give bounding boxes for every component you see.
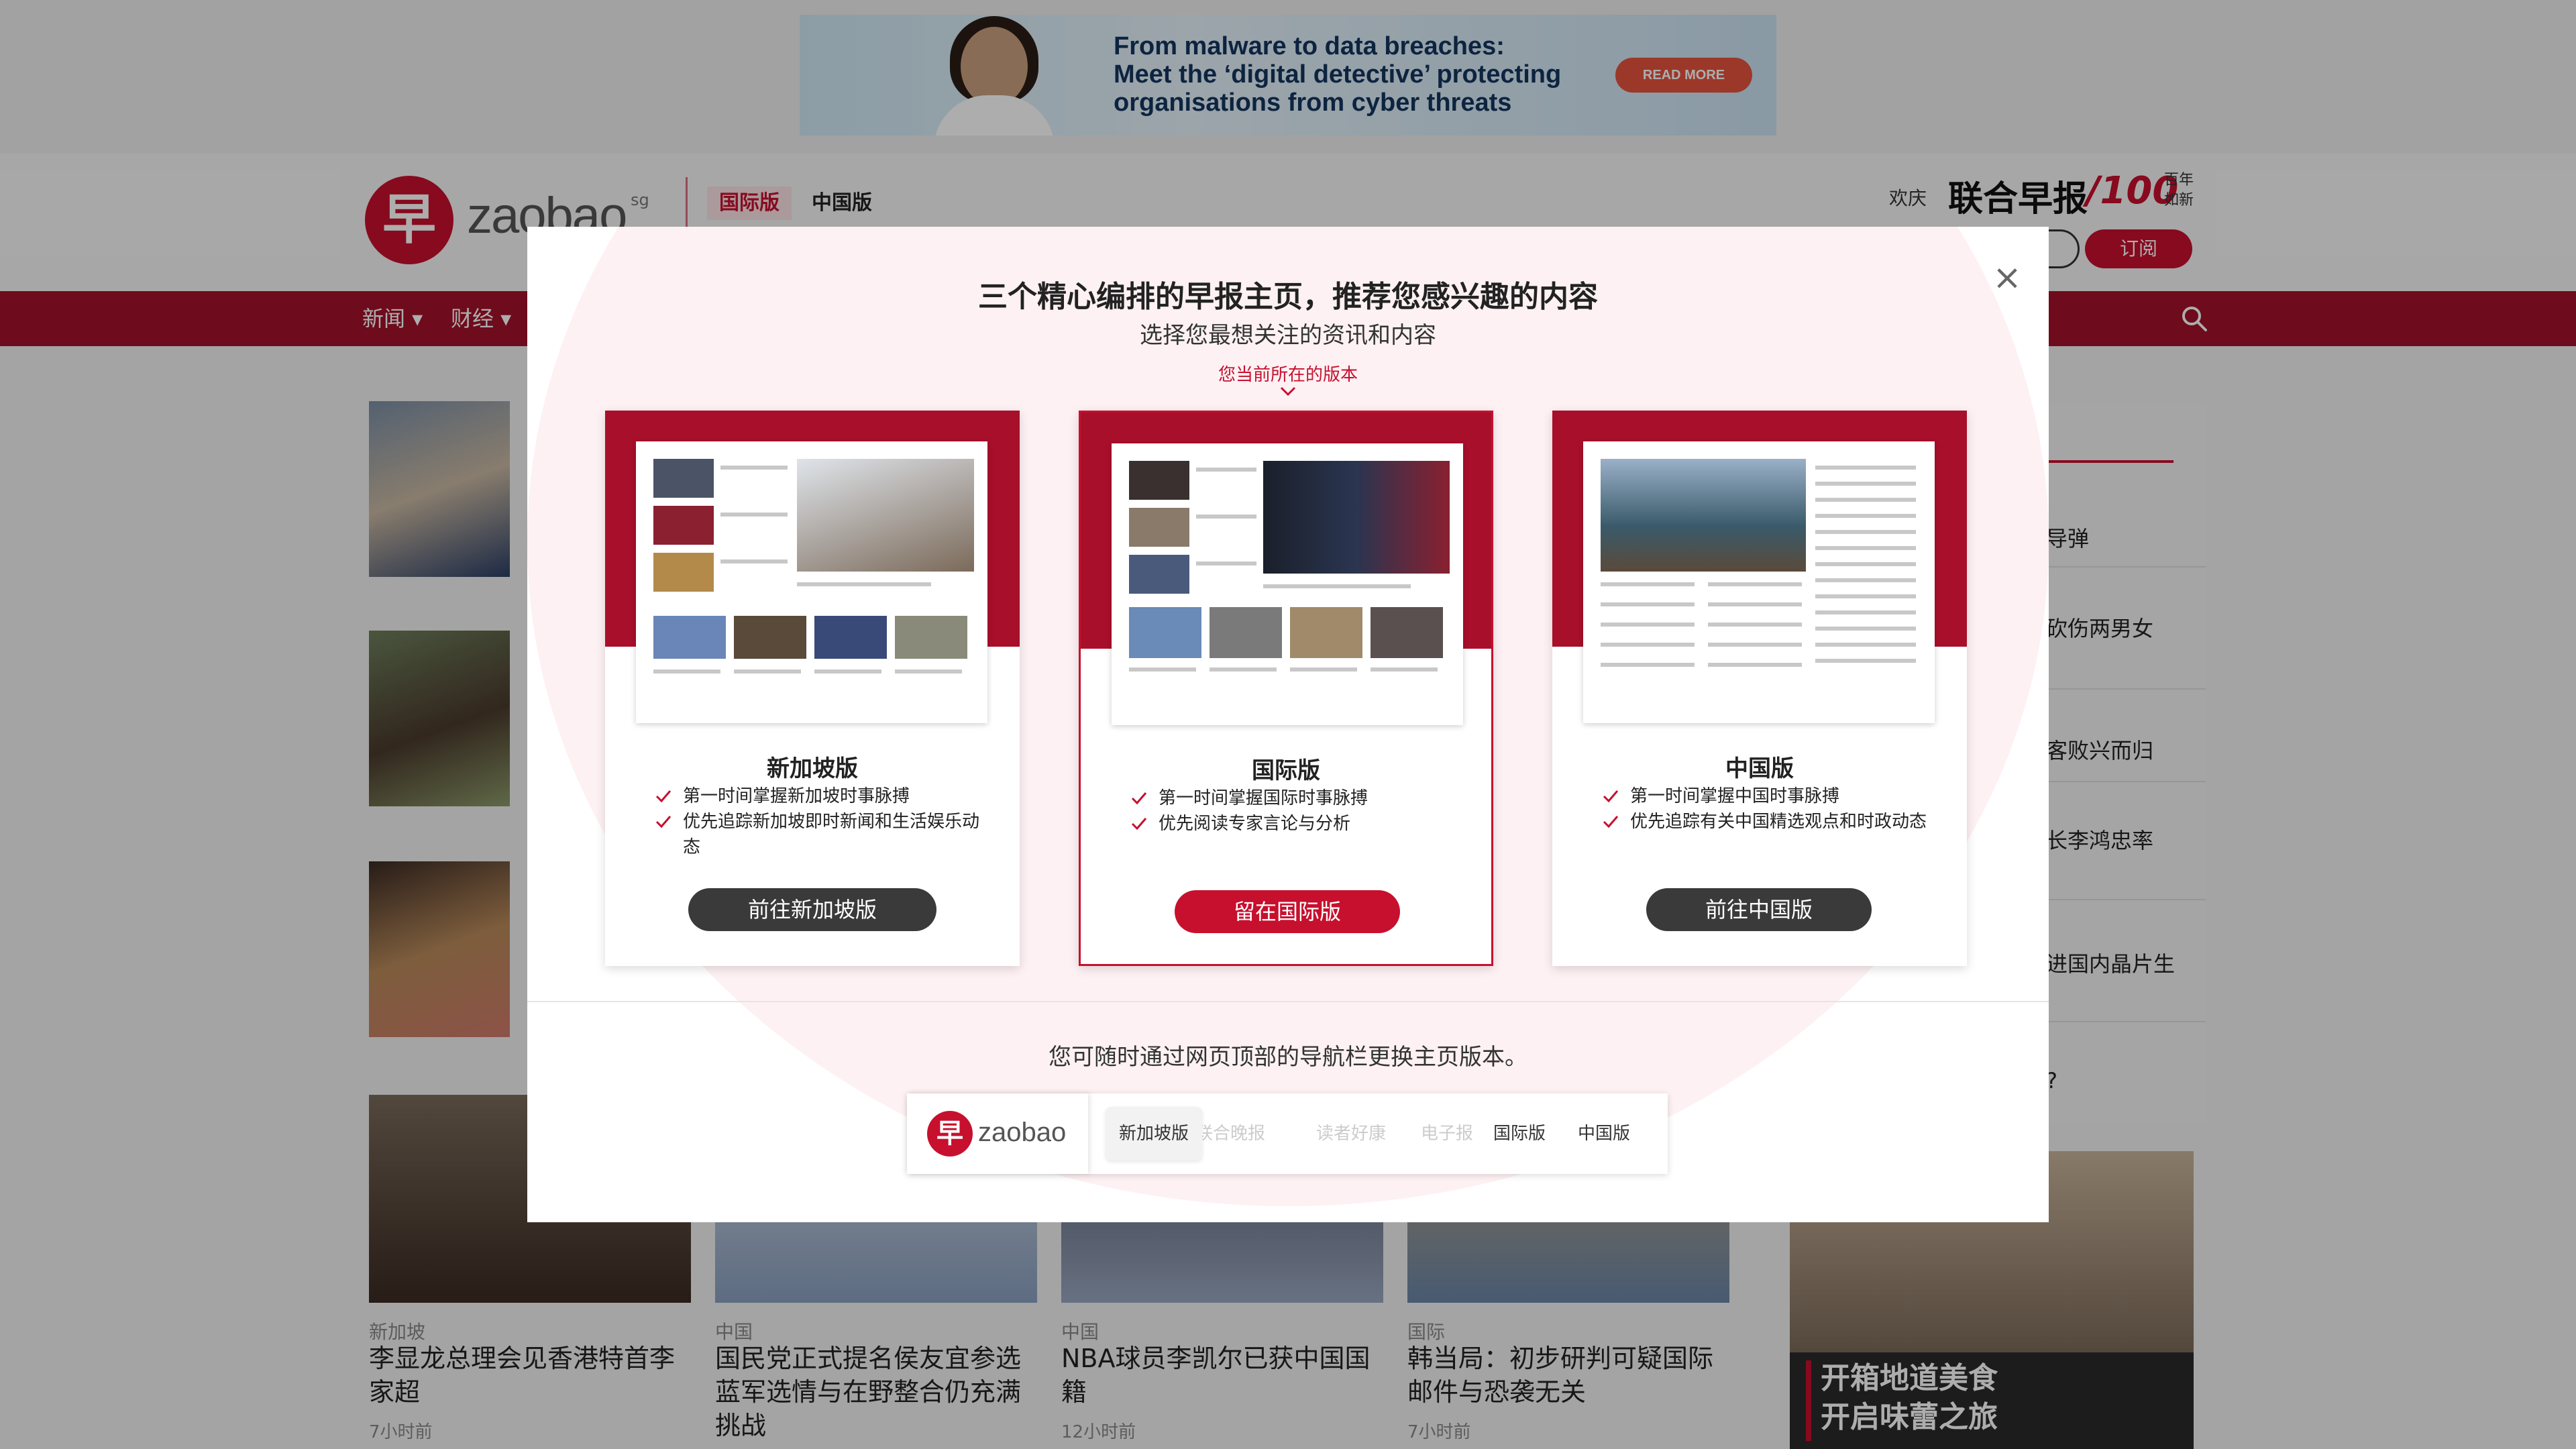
demo-nav-item-highlighted: 新加坡版 — [1106, 1107, 1203, 1161]
edition-card-china[interactable]: 中国版 第一时间掌握中国时事脉搏 优先追踪有关中国精选观点和时政动态 前往中国版 — [1552, 411, 1967, 966]
footer-note: 您可随时通过网页顶部的导航栏更换主页版本。 — [1049, 1044, 1527, 1071]
card-title: 国际版 — [1252, 757, 1320, 784]
feature-item: 优先追踪新加坡即时新闻和生活娱乐动态 — [655, 809, 983, 860]
feature-item: 第一时间掌握新加坡时事脉搏 — [655, 784, 983, 809]
current-edition-label: 您当前所在的版本 — [1218, 365, 1358, 385]
card-title: 新加坡版 — [767, 755, 858, 782]
check-icon — [655, 816, 672, 828]
edition-card-international[interactable]: 国际版 第一时间掌握国际时事脉搏 优先阅读专家言论与分析 留在国际版 — [1079, 411, 1493, 966]
stay-international-button[interactable]: 留在国际版 — [1175, 890, 1400, 933]
modal-subtitle: 选择您最想关注的资讯和内容 — [1140, 322, 1436, 349]
demo-logo: 早 zaobao — [907, 1093, 1088, 1174]
feature-item: 优先追踪有关中国精选观点和时政动态 — [1602, 809, 1931, 835]
demo-nav-item: 国际版 — [1493, 1124, 1546, 1144]
china-edition-preview — [1583, 441, 1935, 723]
demo-nav-item: 中国版 — [1578, 1124, 1631, 1144]
international-edition-preview — [1112, 443, 1463, 725]
feature-item: 优先阅读专家言论与分析 — [1130, 811, 1459, 837]
modal-divider — [527, 1001, 2049, 1002]
go-china-button[interactable]: 前往中国版 — [1646, 888, 1872, 931]
check-icon — [1131, 792, 1147, 805]
edition-picker-modal: × 三个精心编排的早报主页，推荐您感兴趣的内容 选择您最想关注的资讯和内容 您当… — [527, 227, 2049, 1222]
go-singapore-button[interactable]: 前往新加坡版 — [688, 888, 936, 931]
demo-logo-word: zaobao — [978, 1118, 1067, 1147]
demo-nav-item: 联合晚报 — [1195, 1124, 1266, 1144]
modal-title: 三个精心编排的早报主页，推荐您感兴趣的内容 — [978, 280, 1598, 314]
card-title: 中国版 — [1725, 755, 1794, 782]
chevron-down-icon — [1280, 386, 1296, 396]
edition-card-singapore[interactable]: 新加坡版 第一时间掌握新加坡时事脉搏 优先追踪新加坡即时新闻和生活娱乐动态 前往… — [605, 411, 1020, 966]
demo-nav-item: 读者好康 — [1316, 1124, 1387, 1144]
singapore-edition-preview — [636, 441, 987, 723]
demo-nav-item: 电子报 — [1421, 1124, 1474, 1144]
check-icon — [655, 790, 672, 803]
check-icon — [1603, 790, 1619, 803]
zaobao-logo-icon: 早 — [927, 1111, 973, 1157]
check-icon — [1131, 818, 1147, 830]
feature-item: 第一时间掌握中国时事脉搏 — [1602, 784, 1931, 809]
feature-item: 第一时间掌握国际时事脉搏 — [1130, 786, 1459, 811]
check-icon — [1603, 816, 1619, 828]
nav-bar-illustration: 早 zaobao 联合晚报 读者好康 电子报 国际版 中国版 新加坡版 — [907, 1093, 1668, 1174]
